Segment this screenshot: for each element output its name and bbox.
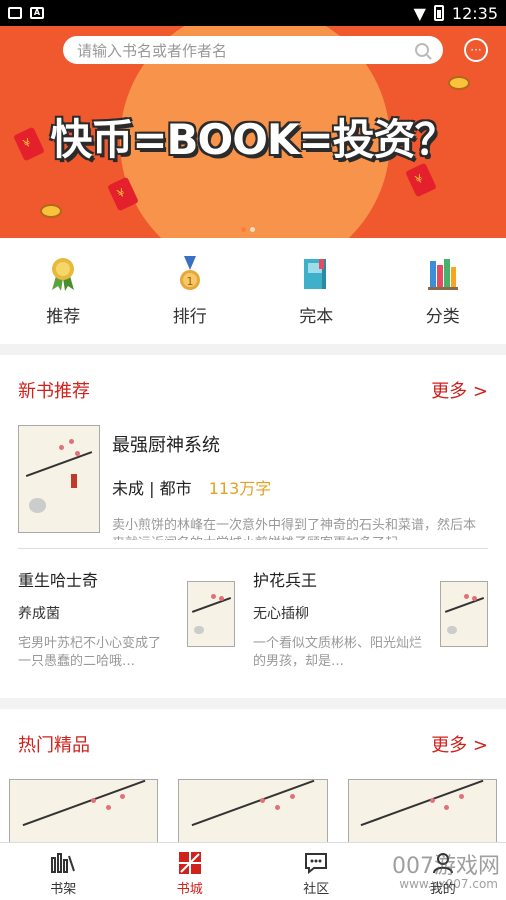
bookshelf-icon [426,256,460,292]
message-button[interactable]: ··· [464,38,488,62]
category-label: 完本 [299,307,334,327]
category-nav: 推荐 1 排行 完本 分类 [0,238,506,344]
tab-label: 书城 [176,882,203,897]
book-author: 养成菌 [18,606,60,622]
tab-label: 社区 [303,882,330,897]
book-description: 卖小煎饼的林峰在一次意外中得到了神奇的石头和菜谱，然后本来就远近闻名的大学城小煎… [112,518,477,540]
section-title: 热门精品 [18,735,90,756]
book-word-count: 113万字 [208,479,272,498]
section-header: 热门精品 更多 > [0,709,506,779]
search-icon [415,43,429,57]
watermark-url: www.yx007.com [399,877,498,891]
book-description: 一个看似文质彬彬、阳光灿烂的男孩，却是… [253,636,423,669]
book-meta: 未成 | 都市 113万字 [112,475,488,499]
image-notification-icon [8,7,22,19]
banner-headline: 快币=BOOK=投资？ [50,115,456,164]
book-icon [299,256,333,292]
book-title: 重生哈士奇 [18,571,99,590]
category-classify[interactable]: 分类 [380,238,506,344]
svg-text:1: 1 [186,275,193,288]
medal-icon [46,256,80,292]
chat-bubble-icon: ··· [470,43,482,57]
meta-separator: | [149,479,160,498]
section-header: 新书推荐 更多 > [0,355,506,425]
book-card[interactable]: 护花兵王 无心插柳 一个看似文质彬彬、阳光灿烂的男孩，却是… [253,549,488,679]
new-books-section: 新书推荐 更多 > 最强厨神系统 未成 | 都市 113万字 卖小煎饼的林峰在一… [0,355,506,698]
battery-icon [433,5,444,21]
red-envelope-icon [405,162,437,198]
category-recommend[interactable]: 推荐 [0,238,127,344]
book-card[interactable]: 重生哈士奇 养成菌 宅男叶苏杞不小心变成了一只愚蠢的二哈哦… [18,549,253,679]
category-completed[interactable]: 完本 [253,238,380,344]
book-genre: 都市 [159,479,192,498]
book-description: 宅男叶苏杞不小心变成了一只愚蠢的二哈哦… [18,636,162,669]
watermark: 007游戏网 [392,854,500,879]
book-title: 最强厨神系统 [112,435,220,456]
banner-pager [241,227,255,232]
featured-book[interactable]: 最强厨神系统 未成 | 都市 113万字 卖小煎饼的林峰在一次意外中得到了神奇的… [0,425,506,540]
book-author: 无心插柳 [253,606,309,622]
hot-books-section: 热门精品 更多 > [0,709,506,869]
book-cover [440,581,488,647]
search-placeholder: 请输入书名或者作者名 [77,41,228,60]
bookstore-tab-icon [177,851,203,875]
more-link[interactable]: 更多 > [431,377,488,403]
category-label: 分类 [425,307,460,327]
category-label: 排行 [172,307,207,327]
category-label: 推荐 [46,307,81,327]
wifi-icon: ▼ [413,3,426,23]
coin-icon [40,204,62,218]
book-status: 未成 [112,479,145,498]
tab-label: 书架 [50,882,77,897]
book-cover [18,425,100,533]
more-link[interactable]: 更多 > [431,731,488,757]
chat-tab-icon [303,851,329,875]
pager-dot [250,227,255,232]
tab-community[interactable]: 社区 [253,843,380,900]
rank-medal-icon: 1 [173,256,207,292]
coin-icon [448,76,470,90]
status-time: 12:35 [451,3,498,23]
category-ranking[interactable]: 1 排行 [127,238,254,344]
status-bar: A ▼ 12:35 [0,0,506,26]
promo-banner[interactable]: 快币=BOOK=投资？ 请输入书名或者作者名 ··· [0,26,506,238]
pager-dot-active [241,227,246,232]
book-pair-row: 重生哈士奇 养成菌 宅男叶苏杞不小心变成了一只愚蠢的二哈哦… 护花兵王 无心插柳… [0,549,506,679]
section-title: 新书推荐 [18,381,90,402]
book-title: 护花兵王 [253,571,318,590]
app-notification-icon: A [30,7,44,19]
bookshelf-tab-icon [50,851,76,875]
tab-bookshelf[interactable]: 书架 [0,843,127,900]
book-cover [187,581,235,647]
search-input[interactable]: 请输入书名或者作者名 [63,36,443,64]
tab-bookstore[interactable]: 书城 [127,843,254,900]
